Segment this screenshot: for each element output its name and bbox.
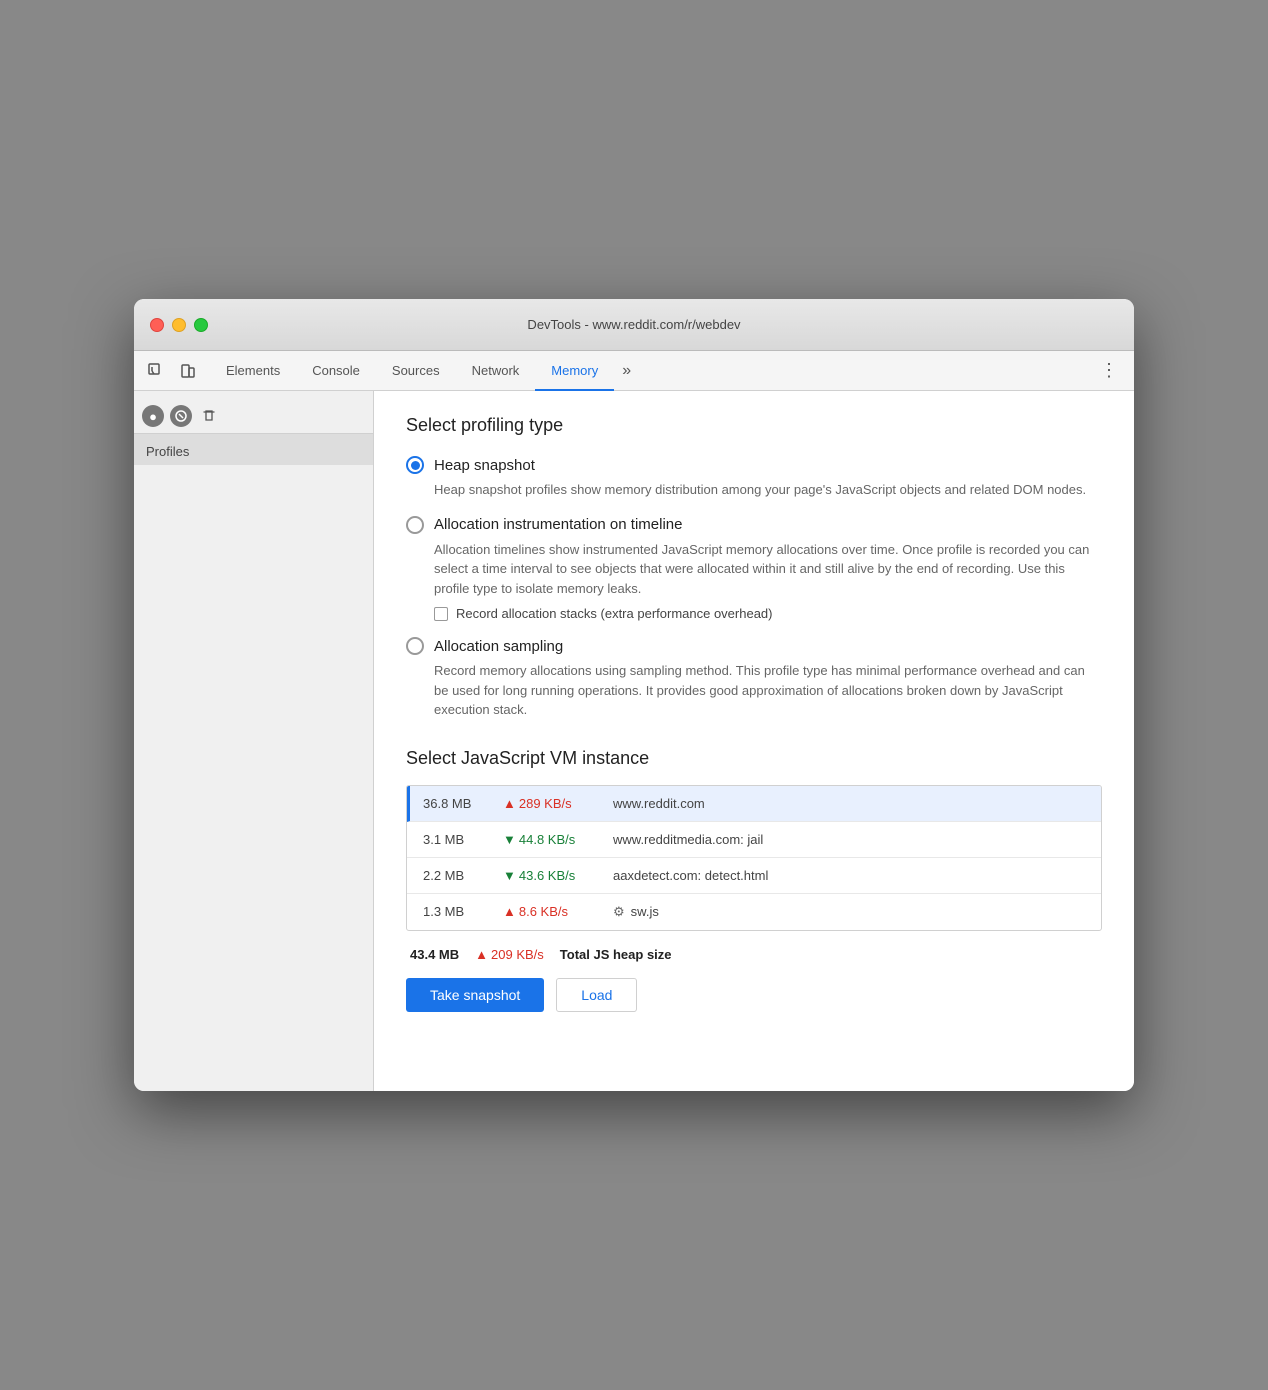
vm-speed-value-3: 8.6 KB/s xyxy=(519,904,568,919)
vm-name-3: ⚙sw.js xyxy=(613,904,1085,920)
vm-row-swjs[interactable]: 1.3 MB ▲ 8.6 KB/s ⚙sw.js xyxy=(407,894,1101,930)
vm-row-aaxdetect[interactable]: 2.2 MB ▼ 43.6 KB/s aaxdetect.com: detect… xyxy=(407,858,1101,894)
tab-elements[interactable]: Elements xyxy=(210,352,296,391)
more-tabs-button[interactable]: » xyxy=(614,362,639,380)
radio-allocation-sampling[interactable] xyxy=(406,637,424,655)
load-button[interactable]: Load xyxy=(556,978,637,1012)
option-heap-header: Heap snapshot xyxy=(406,456,1102,474)
vm-speed-0: ▲ 289 KB/s xyxy=(503,796,613,811)
inspect-element-button[interactable] xyxy=(142,357,170,385)
devtools-menu-button[interactable]: ⋮ xyxy=(1092,356,1126,385)
down-arrow-icon-1: ▼ xyxy=(503,832,516,847)
close-button[interactable] xyxy=(150,318,164,332)
allocation-stacks-checkbox-row: Record allocation stacks (extra performa… xyxy=(406,606,1102,621)
radio-allocation-timeline[interactable] xyxy=(406,516,424,534)
main-layout: ● Profiles Select profiling type xyxy=(134,391,1134,1091)
device-toggle-button[interactable] xyxy=(174,357,202,385)
up-arrow-icon-0: ▲ xyxy=(503,796,516,811)
vm-speed-3: ▲ 8.6 KB/s xyxy=(503,904,613,919)
footer-stats: 43.4 MB ▲ 209 KB/s Total JS heap size xyxy=(406,947,1102,962)
profiling-options: Heap snapshot Heap snapshot profiles sho… xyxy=(406,456,1102,720)
allocation-stacks-label: Record allocation stacks (extra performa… xyxy=(456,606,772,621)
down-arrow-icon-2: ▼ xyxy=(503,868,516,883)
tab-sources[interactable]: Sources xyxy=(376,352,456,391)
take-snapshot-button[interactable]: Take snapshot xyxy=(406,978,544,1012)
toolbar-left xyxy=(142,357,202,385)
content-panel: Select profiling type Heap snapshot Heap… xyxy=(374,391,1134,1091)
vm-speed-value-0: 289 KB/s xyxy=(519,796,572,811)
nav-tabs: Elements Console Sources Network Memory … xyxy=(210,351,1092,390)
heap-snapshot-desc: Heap snapshot profiles show memory distr… xyxy=(406,480,1102,500)
vm-size-3: 1.3 MB xyxy=(423,904,503,919)
vm-size-2: 2.2 MB xyxy=(423,868,503,883)
tab-memory[interactable]: Memory xyxy=(535,352,614,391)
option-sampling-header: Allocation sampling xyxy=(406,637,1102,655)
traffic-lights xyxy=(150,318,208,332)
delete-button[interactable] xyxy=(198,405,220,427)
titlebar: DevTools - www.reddit.com/r/webdev xyxy=(134,299,1134,351)
heap-snapshot-label: Heap snapshot xyxy=(434,457,535,474)
total-heap-speed: ▲ 209 KB/s xyxy=(475,947,544,962)
vm-instance-table: 36.8 MB ▲ 289 KB/s www.reddit.com 3.1 MB… xyxy=(406,785,1102,931)
allocation-timeline-desc: Allocation timelines show instrumented J… xyxy=(406,540,1102,599)
vm-size-1: 3.1 MB xyxy=(423,832,503,847)
tab-network[interactable]: Network xyxy=(456,352,536,391)
maximize-button[interactable] xyxy=(194,318,208,332)
vm-speed-1: ▼ 44.8 KB/s xyxy=(503,832,613,847)
tab-console[interactable]: Console xyxy=(296,352,376,391)
sidebar-toolbar: ● xyxy=(134,399,373,434)
profiles-section-title: Profiles xyxy=(134,434,373,465)
vm-speed-value-1: 44.8 KB/s xyxy=(519,832,575,847)
radio-heap-snapshot[interactable] xyxy=(406,456,424,474)
allocation-timeline-label: Allocation instrumentation on timeline xyxy=(434,516,682,533)
devtools-toolbar: Elements Console Sources Network Memory … xyxy=(134,351,1134,391)
vm-row-reddit[interactable]: 36.8 MB ▲ 289 KB/s www.reddit.com xyxy=(407,786,1101,822)
toolbar-right: ⋮ xyxy=(1092,356,1126,385)
option-allocation-sampling: Allocation sampling Record memory alloca… xyxy=(406,637,1102,720)
gear-icon: ⚙ xyxy=(613,904,625,919)
option-allocation-timeline: Allocation instrumentation on timeline A… xyxy=(406,516,1102,622)
minimize-button[interactable] xyxy=(172,318,186,332)
total-speed-value: 209 KB/s xyxy=(491,947,544,962)
option-heap-snapshot: Heap snapshot Heap snapshot profiles sho… xyxy=(406,456,1102,500)
stop-button[interactable] xyxy=(170,405,192,427)
vm-section-title: Select JavaScript VM instance xyxy=(406,748,1102,769)
vm-size-0: 36.8 MB xyxy=(423,796,503,811)
up-arrow-icon-3: ▲ xyxy=(503,904,516,919)
vm-name-2: aaxdetect.com: detect.html xyxy=(613,868,1085,883)
option-allocation-header: Allocation instrumentation on timeline xyxy=(406,516,1102,534)
vm-speed-2: ▼ 43.6 KB/s xyxy=(503,868,613,883)
total-heap-size: 43.4 MB xyxy=(410,947,459,962)
vm-row-redditmedia[interactable]: 3.1 MB ▼ 44.8 KB/s www.redditmedia.com: … xyxy=(407,822,1101,858)
vm-speed-value-2: 43.6 KB/s xyxy=(519,868,575,883)
allocation-sampling-label: Allocation sampling xyxy=(434,638,563,655)
sidebar: ● Profiles xyxy=(134,391,374,1091)
allocation-stacks-checkbox[interactable] xyxy=(434,607,448,621)
record-button[interactable]: ● xyxy=(142,405,164,427)
total-up-arrow-icon: ▲ xyxy=(475,947,488,962)
devtools-window: DevTools - www.reddit.com/r/webdev Eleme… xyxy=(134,299,1134,1091)
vm-name-1: www.redditmedia.com: jail xyxy=(613,832,1085,847)
total-heap-label: Total JS heap size xyxy=(560,947,672,962)
profiling-section-title: Select profiling type xyxy=(406,415,1102,436)
window-title: DevTools - www.reddit.com/r/webdev xyxy=(527,317,740,332)
vm-name-0: www.reddit.com xyxy=(613,796,1085,811)
allocation-sampling-desc: Record memory allocations using sampling… xyxy=(406,661,1102,720)
footer-actions: Take snapshot Load xyxy=(406,978,1102,1012)
